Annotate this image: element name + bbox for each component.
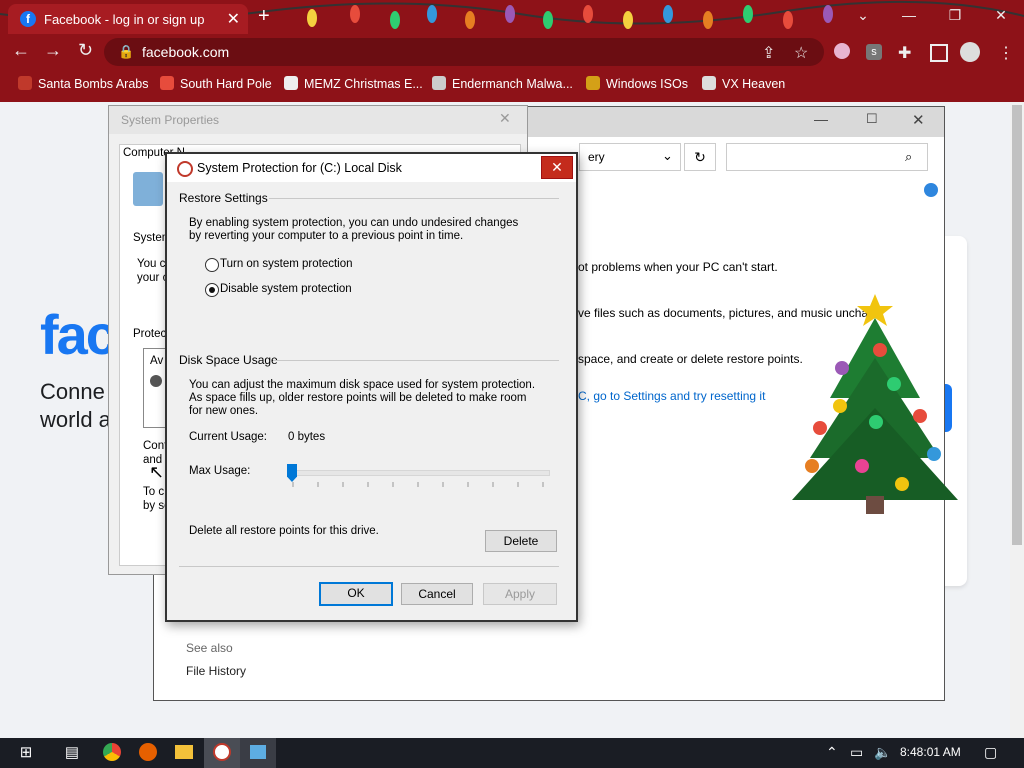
radio-disable[interactable] [205, 283, 219, 297]
share-icon[interactable]: ⇪ [762, 43, 775, 63]
show-hidden-icons-icon[interactable]: ⌃ [826, 744, 838, 761]
facebook-logo: fac [40, 303, 117, 366]
search-icon: ⌕ [905, 149, 913, 164]
gingerbread-icon [586, 76, 600, 90]
apply-button[interactable]: Apply [483, 583, 557, 605]
reset-settings-link[interactable]: C, go to Settings and try resetting it [578, 389, 765, 403]
divider [273, 360, 559, 361]
ok-button[interactable]: OK [319, 582, 393, 606]
radio-turn-on[interactable] [205, 258, 219, 272]
divider [179, 566, 559, 567]
restore-settings-heading: Restore Settings [179, 191, 268, 205]
close-window-icon[interactable]: ✕ [978, 0, 1024, 30]
radio-turn-on-label[interactable]: Turn on system protection [220, 258, 353, 270]
back-icon[interactable]: ← [12, 40, 30, 61]
chrome-icon[interactable] [94, 738, 130, 768]
restore-description: By enabling system protection, you can u… [189, 217, 519, 242]
extension-s-icon[interactable]: s [866, 44, 882, 60]
control-panel-icon[interactable] [240, 738, 276, 768]
tab-title: Facebook - log in or sign up [44, 12, 205, 27]
christmas-tree-decoration [792, 294, 958, 514]
tab-search-icon[interactable]: ⌄ [840, 0, 886, 30]
side-panel-icon[interactable] [930, 44, 948, 62]
new-tab-icon[interactable]: + [258, 5, 270, 28]
search-input[interactable]: ⌕ [726, 143, 928, 171]
snowflake-icon [160, 76, 174, 90]
memz-icon [284, 76, 298, 90]
skull-icon [432, 76, 446, 90]
max-usage-slider-track[interactable] [292, 470, 550, 476]
system-protection-dialog: System Protection for (C:) Local Disk ✕ … [165, 152, 578, 622]
computer-icon [133, 172, 163, 206]
system-protection-icon [177, 161, 193, 177]
notifications-icon[interactable]: ▢ [984, 744, 997, 761]
task-view-icon[interactable]: ▤ [54, 738, 90, 768]
address-bar[interactable]: 🔒 facebook.com [104, 38, 824, 66]
santa-icon [18, 76, 32, 90]
dialog-titlebar: System Protection for (C:) Local Disk [167, 154, 576, 182]
divider [269, 198, 559, 199]
system-protection-taskbar-icon[interactable] [204, 738, 240, 768]
bookmark-item[interactable]: Windows ISOs [586, 76, 688, 91]
bookmark-item[interactable]: Santa Bombs Arabs [18, 76, 148, 91]
current-usage-value: 0 bytes [288, 431, 326, 443]
radio-disable-label[interactable]: Disable system protection [220, 283, 352, 295]
help-icon[interactable] [924, 183, 938, 197]
bookmark-item[interactable]: VX Heaven [702, 76, 785, 91]
taskbar-clock[interactable]: 8:48:01 AM [900, 745, 961, 759]
current-usage-label: Current Usage: [189, 431, 267, 443]
system-properties-titlebar: System Properties ✕ [109, 106, 527, 134]
close-icon[interactable]: ✕ [541, 156, 573, 179]
bookmark-item[interactable]: Endermanch Malwa... [432, 76, 573, 91]
cancel-button[interactable]: Cancel [401, 583, 473, 605]
max-usage-label: Max Usage: [189, 465, 251, 477]
dialog-title: System Protection for (C:) Local Disk [197, 161, 402, 175]
disk-description: You can adjust the maximum disk space us… [189, 379, 536, 417]
window-title: System Properties [121, 113, 220, 127]
delete-description: Delete all restore points for this drive… [189, 525, 379, 537]
see-also-heading: See also [186, 641, 233, 655]
drive-icon [150, 375, 162, 387]
extensions-puzzle-icon[interactable]: ✚ [898, 43, 911, 63]
minimize-icon[interactable]: — [886, 0, 932, 30]
minimize-icon[interactable]: — [814, 111, 828, 127]
restore-icon[interactable]: ❐ [932, 0, 978, 30]
address-dropdown[interactable]: ery ⌄ [579, 143, 681, 171]
file-explorer-icon[interactable] [166, 738, 202, 768]
forward-icon[interactable]: → [44, 40, 62, 61]
maximize-icon[interactable]: ☐ [866, 111, 878, 127]
volume-icon[interactable]: 🔈 [874, 744, 891, 761]
reload-icon[interactable]: ↻ [78, 40, 93, 61]
refresh-icon[interactable]: ↻ [684, 143, 716, 171]
delete-button[interactable]: Delete [485, 530, 557, 552]
browser-tab-facebook[interactable]: f Facebook - log in or sign up ✕ [8, 4, 248, 34]
close-icon[interactable]: ✕ [499, 110, 511, 127]
chevron-down-icon: ⌄ [662, 148, 673, 163]
network-icon[interactable]: ▭ [850, 744, 863, 761]
facebook-favicon-icon: f [20, 11, 36, 27]
max-usage-slider-thumb[interactable] [287, 464, 297, 482]
slider-ticks [292, 482, 544, 487]
url-text: facebook.com [142, 44, 230, 60]
mouse-cursor-icon: ↖ [149, 462, 165, 482]
extension-flag-icon[interactable] [834, 43, 850, 59]
bookmark-star-icon[interactable]: ☆ [794, 43, 808, 63]
menu-kebab-icon[interactable]: ⋮ [998, 43, 1014, 63]
scrollbar-thumb[interactable] [1012, 105, 1022, 545]
file-history-link[interactable]: File History [186, 664, 246, 678]
bookmark-item[interactable]: MEMZ Christmas E... [284, 76, 423, 91]
close-tab-icon[interactable]: ✕ [227, 9, 240, 29]
firefox-icon[interactable] [130, 738, 166, 768]
vx-icon [702, 76, 716, 90]
bookmark-item[interactable]: South Hard Pole [160, 76, 272, 91]
profile-avatar[interactable] [960, 42, 980, 62]
start-icon[interactable]: ⊞ [8, 738, 44, 768]
disk-space-heading: Disk Space Usage [179, 353, 278, 367]
close-icon[interactable]: ✕ [912, 111, 925, 129]
lock-icon: 🔒 [118, 44, 135, 59]
